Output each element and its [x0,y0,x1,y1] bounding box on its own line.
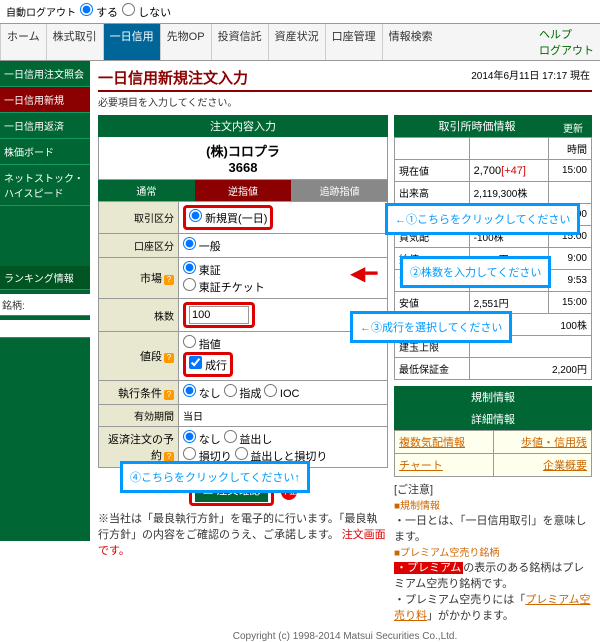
link-chart[interactable]: チャート [399,460,443,472]
callout-2: ②株数を入力してください [400,256,551,288]
side-new-order[interactable]: 一日信用新規 [0,87,90,113]
logout-dont[interactable]: しない [122,3,171,20]
nav-home[interactable]: ホーム [0,24,46,60]
nav-account[interactable]: 口座管理 [325,24,382,60]
side-board[interactable]: 株価ボード [0,139,90,165]
side-code-label: 銘柄: [0,294,90,316]
nav-assets[interactable]: 資産状況 [268,24,325,60]
tab-trail[interactable]: 追跡指値 [291,180,388,201]
side-ranking[interactable]: ランキング情報 [0,266,90,290]
help-icon[interactable]: ? [164,390,174,400]
link-multi[interactable]: 複数気配情報 [399,437,465,449]
reg-header: 規制情報 [394,386,592,408]
help-link[interactable]: ヘルプログアウト [533,24,600,60]
auto-logout-label: 自動ログアウト [6,4,76,19]
nav-day-margin[interactable]: 一日信用 [103,24,160,60]
nav-futures[interactable]: 先物OP [160,24,211,60]
nav-stock[interactable]: 株式取引 [46,24,103,60]
callout-1: ←①こちらをクリックしてください [385,203,580,235]
valid-period: 当日 [179,405,388,427]
page-subtitle: 必要項目を入力してください。 [98,94,592,109]
tab-normal[interactable]: 通常 [98,180,195,201]
logout-do[interactable]: する [80,3,118,20]
callout-4: ④こちらをクリックしてください↑ [120,461,310,493]
help-icon[interactable]: ? [164,275,174,285]
order-table: 取引区分 新規買(一日) 口座区分 一般 市場? 東証 東証チケット 株数 値段… [98,201,388,468]
detail-header: 詳細情報 [394,408,592,430]
market-header: 取引所時価情報更新 [394,115,592,137]
nav-fund[interactable]: 投資信託 [211,24,268,60]
footer: Copyright (c) 1998-2014 Matsui Securitie… [98,631,592,642]
gochui: [ご注意] ■規制情報 ・一日とは、「一日信用取引」を意味します。 ■プレミアム… [394,481,592,623]
exec-cond[interactable]: なし 指成 IOC [179,381,388,405]
arrow-icon: ◀━ [350,261,377,286]
side-repay[interactable]: 一日信用返済 [0,113,90,139]
tab-stop[interactable]: 逆指値 [195,180,292,201]
order-note: ※当社は「最良執行方針」を電子的に行います。「最良執行方針」の内容をご確認のうえ… [98,510,388,558]
nav-search[interactable]: 情報検索 [382,24,439,60]
quantity-input[interactable] [189,306,249,324]
callout-3: ←③成行を選択してください [350,311,512,343]
account-type[interactable]: 一般 [179,234,388,258]
side-order-list[interactable]: 一日信用注文照会 [0,61,90,87]
sidebar: 一日信用注文照会 一日信用新規 一日信用返済 株価ボード ネットストック・ハイス… [0,61,90,541]
order-header: 注文内容入力 [98,115,388,137]
link-margin[interactable]: 歩値・信用残 [521,437,587,449]
main-nav: ホーム 株式取引 一日信用 先物OP 投資信託 資産状況 口座管理 情報検索 ヘ… [0,24,600,61]
trade-type[interactable]: 新規買(一日) [183,205,273,230]
timestamp: 2014年6月11日 17:17 現在 [471,67,590,82]
link-company[interactable]: 企業概要 [543,460,587,472]
stock-name: (株)コロプラ3668 [98,137,388,180]
side-code-input[interactable] [0,320,90,338]
side-netstock[interactable]: ネットストック・ハイスピード [0,165,90,206]
help-icon[interactable]: ? [164,353,174,363]
update-button[interactable]: 更新 [557,118,589,137]
